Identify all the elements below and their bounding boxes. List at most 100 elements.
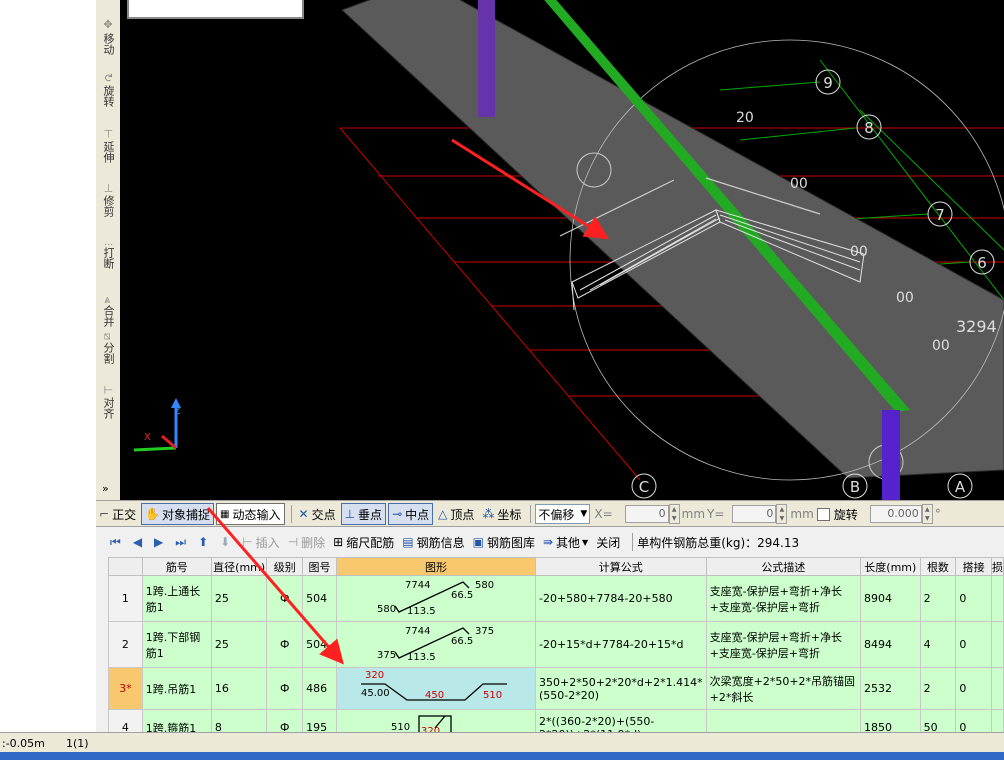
delete-icon: ⊣ bbox=[287, 535, 299, 549]
first-record-icon[interactable]: ⏮ bbox=[110, 535, 121, 550]
count-cell[interactable]: 2 bbox=[919, 667, 957, 710]
scale-rebar-button[interactable]: ⊞ 缩尺配筋 bbox=[333, 534, 394, 551]
next-record-icon[interactable]: ▶ bbox=[154, 535, 163, 549]
description-cell[interactable]: 支座宽-保护层+弯折+净长+支座宽-保护层+弯折 bbox=[705, 621, 862, 668]
rotate-tool[interactable]: ↻ 旋转 bbox=[98, 62, 118, 118]
x-spin-button[interactable]: ▲ ▼ bbox=[668, 504, 680, 524]
axis-label-c: C bbox=[639, 478, 649, 496]
description-cell[interactable]: 支座宽-保护层+弯折+净长+支座宽-保护层+弯折 bbox=[705, 575, 862, 622]
figure-no-cell[interactable]: 504 bbox=[302, 575, 337, 622]
row-index: 2 bbox=[108, 621, 143, 668]
rebar-name-cell[interactable]: 1跨.下部钢筋1 bbox=[141, 621, 212, 668]
formula-cell[interactable]: -20+580+7784-20+580 bbox=[535, 575, 707, 622]
split-tool[interactable]: ⧄ 分割 bbox=[98, 320, 118, 376]
last-record-icon[interactable]: ⏭ bbox=[175, 535, 186, 550]
axis-label-b: B bbox=[850, 478, 860, 496]
insert-icon: ⊢ bbox=[242, 535, 253, 549]
other-menu-button[interactable]: ⇛ 其他 ▼ bbox=[543, 534, 588, 551]
rebar-name-cell[interactable]: 1跨.上通长筋1 bbox=[141, 575, 212, 622]
rebar-name-cell[interactable]: 1跨.吊筋1 bbox=[141, 667, 212, 710]
rebar-info-icon: ▤ bbox=[402, 535, 414, 549]
delete-button[interactable]: ⊣ 删除 bbox=[288, 534, 325, 551]
grade-cell[interactable]: Ф bbox=[266, 667, 304, 710]
shape-bend-text: 375 bbox=[475, 626, 494, 637]
length-cell[interactable]: 8494 bbox=[860, 621, 921, 668]
split-label: 分割 bbox=[102, 341, 115, 364]
intersection-snap-button[interactable]: ✕ 交点 bbox=[296, 504, 339, 524]
y-spin-button[interactable]: ▲ ▼ bbox=[776, 504, 788, 524]
insert-button[interactable]: ⊢ 插入 bbox=[242, 534, 279, 551]
extend-tool[interactable]: ⊢ 延伸 bbox=[98, 118, 118, 174]
rebar-info-button[interactable]: ▤ 钢筋信息 bbox=[402, 534, 464, 551]
grade-cell[interactable]: Ф bbox=[266, 621, 304, 668]
move-tool[interactable]: ✥ 移动 bbox=[98, 8, 118, 64]
diameter-cell[interactable]: 25 bbox=[210, 575, 268, 622]
close-button[interactable]: 关闭 bbox=[596, 534, 620, 551]
align-tool[interactable]: ⊥ 对齐 bbox=[98, 374, 118, 430]
grade-cell[interactable]: Ф bbox=[266, 575, 304, 622]
offset-select-value: 不偏移 bbox=[538, 507, 575, 522]
rotate-checkbox[interactable] bbox=[816, 507, 830, 521]
table-row[interactable]: 1 1跨.上通长筋1 25 Ф 504 7744 580 66.5 580 11… bbox=[108, 575, 1004, 622]
dynamic-input-button[interactable]: ▦ 动态输入 bbox=[216, 503, 285, 525]
table-row[interactable]: 2 1跨.下部钢筋1 25 Ф 504 7744 375 66.5 375 11… bbox=[108, 621, 1004, 668]
length-cell[interactable]: 2532 bbox=[860, 667, 921, 710]
lap-cell[interactable]: 0 bbox=[955, 621, 992, 668]
object-snap-icon: ✋ bbox=[145, 507, 161, 521]
trim-icon: ⊣ bbox=[101, 183, 115, 193]
x-offset-input[interactable]: 0 bbox=[624, 505, 669, 523]
col-rebar-name: 筋号 bbox=[141, 557, 212, 576]
nav-cube-box bbox=[127, 0, 304, 19]
3d-viewport[interactable]: 9 8 7 6 C B A 20 00 00 00 00 3294 Z X bbox=[120, 0, 1004, 500]
diameter-cell[interactable]: 16 bbox=[210, 667, 268, 710]
move-down-icon[interactable]: ⬇ bbox=[220, 535, 230, 549]
row-index: 1 bbox=[108, 575, 143, 622]
status-bar: :-0.05m 1(1) bbox=[0, 732, 1004, 753]
shape-angle-text: 113.5 bbox=[407, 652, 436, 663]
shape-drawing: 320 45.00 450 510 bbox=[361, 670, 507, 701]
description-cell[interactable]: 次梁宽度+2*50+2*吊筋锚固+2*斜长 bbox=[705, 667, 862, 710]
shape-cell[interactable]: 7744 375 66.5 375 113.5 bbox=[336, 621, 536, 668]
midpoint-icon: ⊸ bbox=[392, 507, 403, 521]
formula-cell[interactable]: 350+2*50+2*20*d+2*1.414*(550-2*20) bbox=[535, 667, 707, 710]
axis-label-8: 8 bbox=[864, 119, 874, 137]
offset-select[interactable]: 不偏移 ▼ bbox=[535, 504, 591, 524]
rebar-table: 筋号 直径(mm) 级别 图号 图形 计算公式 公式描述 长度(mm) 根数 搭… bbox=[108, 557, 1004, 746]
move-label: 移动 bbox=[102, 32, 115, 55]
loss-cell[interactable] bbox=[990, 621, 1004, 668]
figure-no-cell[interactable]: 486 bbox=[302, 667, 337, 710]
ortho-button[interactable]: ⌐ 正交 bbox=[96, 504, 139, 524]
vertex-snap-button[interactable]: △ 顶点 bbox=[435, 504, 477, 524]
shape-cell[interactable]: 320 45.00 450 510 bbox=[336, 667, 536, 710]
lap-cell[interactable]: 0 bbox=[955, 575, 992, 622]
trim-tool[interactable]: ⊣ 修剪 bbox=[98, 172, 118, 228]
rotate-spin-button[interactable]: ▲ ▼ bbox=[921, 504, 933, 524]
shape-cell[interactable]: 7744 580 66.5 580 113.5 bbox=[336, 575, 536, 622]
diameter-cell[interactable]: 25 bbox=[210, 621, 268, 668]
perpendicular-snap-button[interactable]: ⊥ 垂点 bbox=[340, 503, 387, 525]
formula-cell[interactable]: -20+15*d+7784-20+15*d bbox=[535, 621, 707, 668]
move-up-icon[interactable]: ⬆ bbox=[198, 535, 208, 549]
figure-no-cell[interactable]: 504 bbox=[302, 621, 337, 668]
lap-cell[interactable]: 0 bbox=[955, 667, 992, 710]
loss-cell[interactable] bbox=[990, 667, 1004, 710]
object-snap-button[interactable]: ✋ 对象捕捉 bbox=[141, 503, 215, 525]
break-tool[interactable]: ⫶ 打断 bbox=[98, 228, 118, 284]
loss-cell[interactable] bbox=[990, 575, 1004, 622]
shape-bend-text: 580 bbox=[377, 604, 396, 615]
count-cell[interactable]: 4 bbox=[919, 621, 957, 668]
rebar-library-button[interactable]: ▣ 钢筋图库 bbox=[473, 534, 535, 551]
length-cell[interactable]: 8904 bbox=[860, 575, 921, 622]
rotate-icon: ↻ bbox=[101, 73, 115, 83]
perpendicular-icon: ⊥ bbox=[344, 507, 356, 521]
y-offset-input[interactable]: 0 bbox=[732, 505, 777, 523]
rotate-input[interactable]: 0.000 bbox=[869, 505, 922, 523]
more-tools-button[interactable]: » bbox=[102, 482, 109, 495]
other-label: 其他 bbox=[556, 535, 581, 550]
count-cell[interactable]: 2 bbox=[919, 575, 957, 622]
prev-record-icon[interactable]: ◀ bbox=[133, 535, 142, 549]
table-row-selected[interactable]: 3* 1跨.吊筋1 16 Ф 486 320 45.00 450 510 350… bbox=[108, 667, 1004, 710]
extend-icon: ⊢ bbox=[101, 129, 115, 139]
coordinate-snap-button[interactable]: ⁂ 坐标 bbox=[479, 504, 524, 524]
midpoint-snap-button[interactable]: ⊸ 中点 bbox=[388, 503, 434, 525]
